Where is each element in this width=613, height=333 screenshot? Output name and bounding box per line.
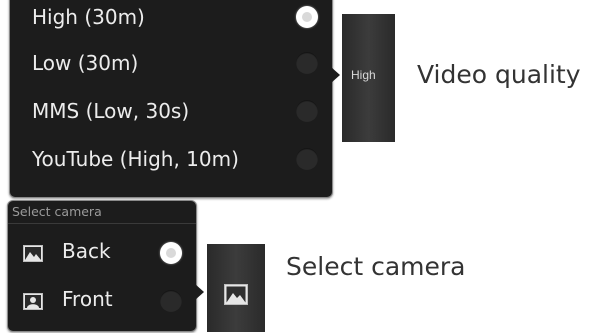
radio-unselected-icon[interactable] [296,148,318,170]
radio-selected-icon[interactable] [296,6,318,28]
camera-option-back[interactable]: Back [8,231,196,275]
camera-option-label: Front [62,287,113,311]
video-quality-button[interactable]: High [342,14,395,142]
quality-option-label: High (30m) [32,5,145,29]
radio-unselected-icon[interactable] [160,290,182,312]
camera-option-label: Back [62,239,111,263]
radio-unselected-icon[interactable] [296,100,318,122]
radio-unselected-icon[interactable] [296,52,318,74]
landscape-photo-icon [23,245,43,262]
video-quality-menu: High (30m) Low (30m) MMS (Low, 30s) YouT… [9,0,333,198]
select-camera-callout: Select camera [286,252,466,281]
video-quality-button-label: High [351,68,376,82]
quality-option-high[interactable]: High (30m) [10,0,332,39]
quality-option-mms[interactable]: MMS (Low, 30s) [10,89,332,133]
select-camera-button[interactable] [207,244,265,332]
select-camera-header: Select camera [12,204,102,219]
video-quality-callout: Video quality [417,60,581,89]
quality-option-low[interactable]: Low (30m) [10,41,332,85]
quality-option-youtube[interactable]: YouTube (High, 10m) [10,137,332,181]
quality-option-label: YouTube (High, 10m) [32,147,239,171]
quality-option-label: MMS (Low, 30s) [32,99,190,123]
camera-option-front[interactable]: Front [8,279,196,323]
quality-option-label: Low (30m) [32,51,139,75]
popup-pointer [195,284,204,300]
select-camera-menu: Select camera Back Front [7,200,197,332]
landscape-photo-icon [224,284,248,305]
radio-selected-icon[interactable] [160,242,182,264]
divider [8,223,196,224]
popup-pointer [331,67,340,83]
portrait-icon [23,293,43,310]
